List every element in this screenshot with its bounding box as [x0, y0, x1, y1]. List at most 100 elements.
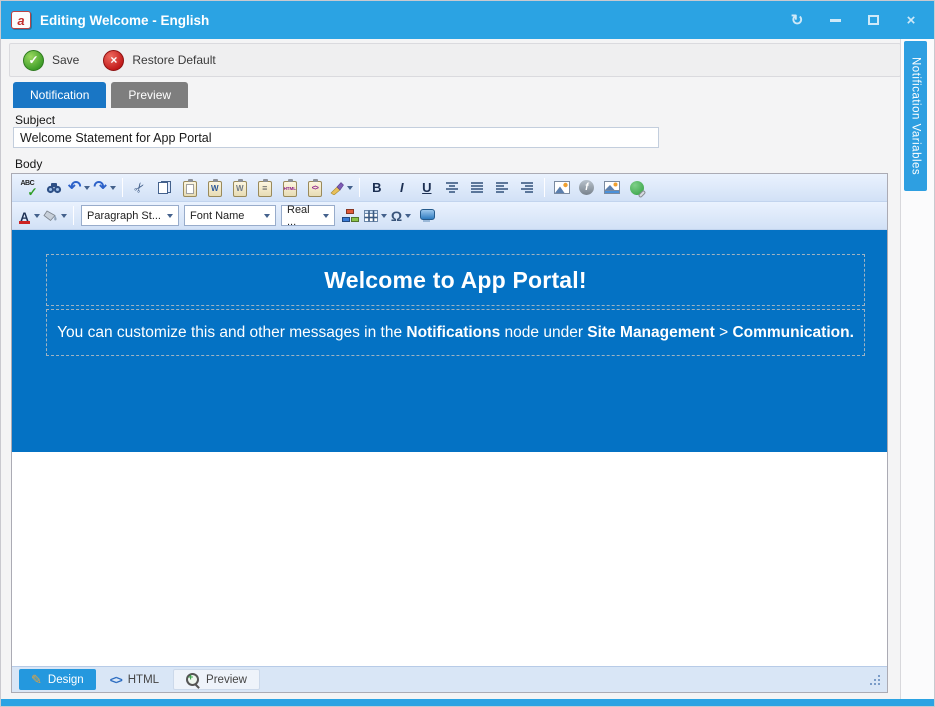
app-icon: a	[11, 11, 31, 29]
notification-variables-tab[interactable]: Notification Variables	[904, 41, 927, 191]
banner-paragraph: You can customize this and other message…	[53, 324, 858, 342]
tab-html[interactable]: <> HTML	[98, 669, 171, 690]
spellcheck-button[interactable]: ABC ✓	[17, 176, 41, 200]
subject-input[interactable]	[13, 127, 659, 148]
symbol-dropdown-arrow-icon[interactable]	[405, 214, 411, 218]
spellcheck-icon: ABC ✓	[21, 180, 38, 196]
title-bar: a Editing Welcome - English ↻ ×	[1, 1, 935, 39]
paste-icon	[183, 181, 197, 197]
restore-x-icon: ×	[103, 50, 124, 71]
toolbar-separator	[73, 206, 74, 225]
snippet-monitor-icon	[420, 209, 433, 222]
align-center-button[interactable]	[440, 176, 464, 200]
window-bottom-border	[1, 699, 935, 706]
paragraph-style-select[interactable]: Paragraph St...	[81, 205, 179, 226]
tab-notification[interactable]: Notification	[13, 82, 106, 108]
image-manager-button[interactable]	[550, 176, 574, 200]
maximize-icon[interactable]	[862, 9, 884, 31]
dialog-window: a Editing Welcome - English ↻ × ✓ Save ×…	[0, 0, 935, 707]
find-replace-button[interactable]	[42, 176, 66, 200]
restore-default-button[interactable]: × Restore Default	[103, 50, 215, 71]
media-manager-button[interactable]	[600, 176, 624, 200]
format-stripper-button[interactable]	[328, 176, 354, 200]
flash-manager-button[interactable]: f	[575, 176, 599, 200]
notification-variables-label: Notification Variables	[910, 57, 922, 175]
tab-editor-preview[interactable]: + Preview	[173, 669, 260, 690]
copy-icon	[158, 181, 171, 194]
insert-symbol-button[interactable]: Ω	[389, 204, 413, 228]
insert-table-button[interactable]	[363, 204, 388, 228]
font-color-dropdown-arrow-icon[interactable]	[34, 214, 40, 218]
command-toolbar: ✓ Save × Restore Default	[9, 43, 901, 77]
table-dropdown-arrow-icon[interactable]	[381, 214, 387, 218]
paste-plain-text-icon: ≡	[258, 181, 272, 197]
underline-button[interactable]: U	[415, 176, 439, 200]
italic-icon: I	[400, 180, 404, 195]
insert-snippet-button[interactable]	[414, 204, 438, 228]
save-button[interactable]: ✓ Save	[23, 50, 79, 71]
background-color-button[interactable]	[42, 204, 68, 228]
editor-canvas[interactable]: Welcome to App Portal! You can customize…	[12, 230, 887, 666]
html-brackets-icon: <>	[110, 673, 122, 687]
paragraph-placeholder-box[interactable]: You can customize this and other message…	[46, 309, 865, 356]
format-stripper-dropdown-arrow-icon[interactable]	[347, 186, 353, 190]
paint-bucket-icon	[43, 210, 58, 222]
restore-default-label: Restore Default	[132, 53, 215, 67]
save-label: Save	[52, 53, 79, 67]
copy-button[interactable]	[153, 176, 177, 200]
link-globe-icon	[630, 181, 644, 195]
font-size-value: Real ...	[287, 204, 320, 228]
rich-text-editor: ABC ✓ ↶ ↷ ✂ W W ≡ HTML	[11, 173, 888, 693]
minimize-icon[interactable]	[824, 9, 846, 31]
toolbar-separator	[359, 178, 360, 197]
media-icon	[604, 181, 620, 194]
tab-preview[interactable]: Preview	[111, 82, 188, 108]
background-color-dropdown-arrow-icon[interactable]	[61, 214, 67, 218]
bold-icon: B	[372, 180, 381, 195]
paste-button[interactable]	[178, 176, 202, 200]
editor-mode-strip: ✎ Design <> HTML + Preview	[12, 666, 887, 692]
paste-plain-text-button[interactable]: ≡	[253, 176, 277, 200]
chain-link-icon	[638, 189, 646, 197]
paste-html-icon: <>	[308, 181, 322, 197]
redo-dropdown-arrow-icon[interactable]	[110, 186, 116, 190]
align-right-button[interactable]	[515, 176, 539, 200]
toolbar-separator	[544, 178, 545, 197]
paste-from-word-clean-button[interactable]: W	[228, 176, 252, 200]
heading-placeholder-box[interactable]: Welcome to App Portal!	[46, 254, 865, 306]
insert-blocks-button[interactable]	[338, 204, 362, 228]
bold-button[interactable]: B	[365, 176, 389, 200]
undo-dropdown-arrow-icon[interactable]	[84, 186, 90, 190]
font-name-select[interactable]: Font Name	[184, 205, 276, 226]
foreground-color-button[interactable]: A	[17, 204, 41, 228]
save-check-icon: ✓	[23, 50, 44, 71]
cut-button[interactable]: ✂	[128, 176, 152, 200]
undo-button[interactable]: ↶	[67, 176, 91, 200]
paste-as-html-button[interactable]: HTML	[278, 176, 302, 200]
paragraph-style-value: Paragraph St...	[87, 210, 161, 222]
redo-button[interactable]: ↷	[92, 176, 116, 200]
align-right-icon	[520, 181, 534, 194]
preview-tab-label: Preview	[206, 674, 247, 686]
align-center-icon	[445, 181, 459, 194]
justify-button[interactable]	[465, 176, 489, 200]
font-color-icon: A	[18, 208, 31, 224]
close-icon[interactable]: ×	[900, 9, 922, 31]
refresh-icon[interactable]: ↻	[786, 9, 808, 31]
pencil-icon: ✎	[31, 673, 42, 686]
hyperlink-manager-button[interactable]	[625, 176, 649, 200]
resize-grip[interactable]	[870, 675, 882, 687]
paragraph-style-dropdown-arrow-icon	[167, 214, 173, 218]
format-stripper-brush-icon	[329, 181, 344, 195]
editor-toolbar-row2: A Paragraph St... Font Name Real ...	[12, 202, 887, 230]
align-left-button[interactable]	[490, 176, 514, 200]
font-name-dropdown-arrow-icon	[264, 214, 270, 218]
paste-html-button[interactable]: <>	[303, 176, 327, 200]
tab-design[interactable]: ✎ Design	[19, 669, 96, 690]
font-size-dropdown-arrow-icon	[323, 214, 329, 218]
paste-from-word-button[interactable]: W	[203, 176, 227, 200]
italic-button[interactable]: I	[390, 176, 414, 200]
building-blocks-icon	[342, 209, 359, 222]
font-name-value: Font Name	[190, 210, 244, 222]
font-size-select[interactable]: Real ...	[281, 205, 335, 226]
